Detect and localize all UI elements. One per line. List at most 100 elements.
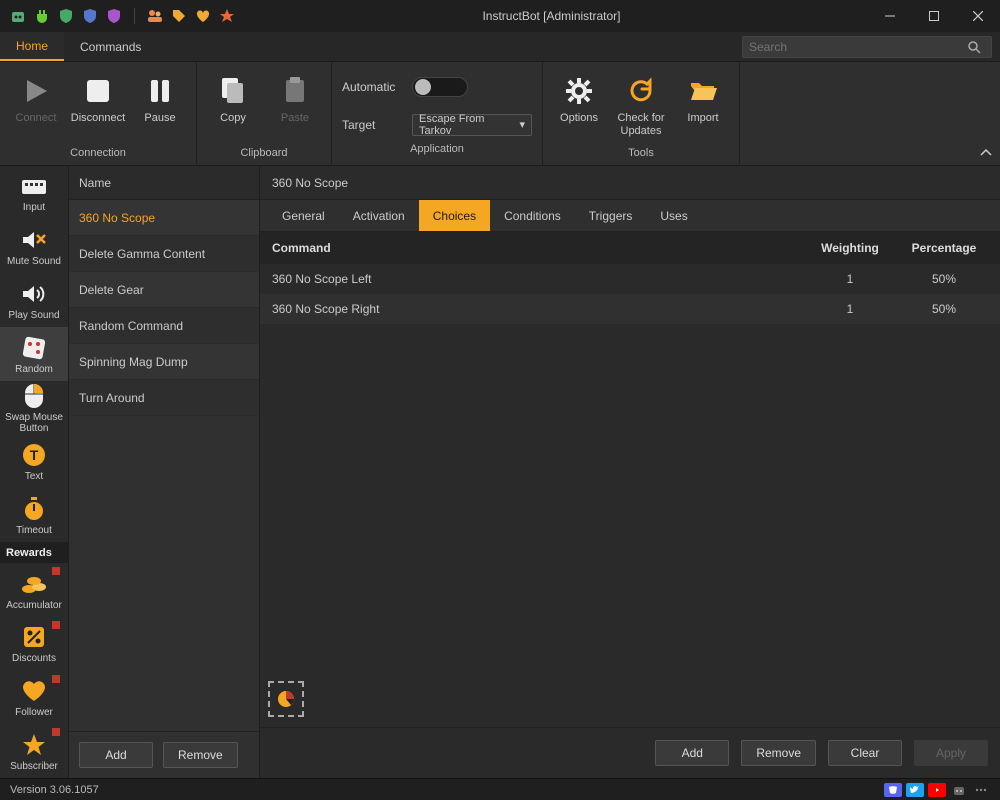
ribbon-label-tools: Tools [543,147,739,163]
drop-target[interactable] [268,681,304,717]
tag-icon [171,8,187,24]
paste-button[interactable]: Paste [267,70,323,129]
check-updates-button[interactable]: Check for Updates [613,70,669,142]
subtab-uses[interactable]: Uses [646,200,701,231]
left-nav: Input Mute Sound Play Sound Random Swap … [0,166,68,778]
coins-icon [20,570,48,598]
choice-row[interactable]: 360 No Scope Left 1 50% [260,264,1000,294]
search-input[interactable] [743,40,967,54]
choice-command: 360 No Scope Right [260,302,800,316]
ribbon-group-clipboard: Copy Paste Clipboard [197,62,332,165]
choice-percentage: 50% [900,272,1000,286]
minimize-button[interactable] [868,0,912,32]
nav-mute-sound[interactable]: Mute Sound [0,220,68,274]
command-row[interactable]: Delete Gear [69,272,259,308]
shield-icon-2 [82,8,98,24]
target-select[interactable]: Escape From Tarkov ▾ [412,114,532,136]
statusbar: Version 3.06.1057 [0,778,1000,800]
ribbon-collapse-icon[interactable] [980,147,992,159]
nav-subscriber[interactable]: Subscriber [0,724,68,778]
window-controls [868,0,1000,32]
close-button[interactable] [956,0,1000,32]
status-bot-icon[interactable] [950,783,968,797]
subtab-conditions[interactable]: Conditions [490,200,575,231]
detail-add-button[interactable]: Add [655,740,729,766]
play-icon [19,74,53,108]
shield-icon-1 [58,8,74,24]
subtab-general[interactable]: General [268,200,339,231]
detail-clear-button[interactable]: Clear [828,740,902,766]
tab-home[interactable]: Home [0,32,64,61]
titlebar: InstructBot [Administrator] [0,0,1000,32]
target-label: Target [342,118,402,132]
subtab-triggers[interactable]: Triggers [575,200,647,231]
nav-accumulator[interactable]: Accumulator [0,563,68,617]
nav-swap-mouse[interactable]: Swap Mouse Button [0,381,68,435]
dice-icon [20,334,48,362]
choice-weighting: 1 [800,272,900,286]
ribbon-label-clipboard: Clipboard [197,147,331,163]
subtab-activation[interactable]: Activation [339,200,419,231]
nav-random[interactable]: Random [0,327,68,381]
command-row[interactable]: Delete Gamma Content [69,236,259,272]
gear-icon [562,74,596,108]
copy-button[interactable]: Copy [205,70,261,129]
detail-remove-button[interactable]: Remove [741,740,816,766]
app-window: InstructBot [Administrator] Home Command… [0,0,1000,800]
alert-badge [52,728,60,736]
alert-badge [52,675,60,683]
detail-footer: Add Remove Clear Apply [260,727,1000,778]
stop-icon [81,74,115,108]
stopwatch-icon [20,495,48,523]
subtab-choices[interactable]: Choices [419,200,490,231]
choice-row[interactable]: 360 No Scope Right 1 50% [260,294,1000,324]
youtube-icon[interactable] [928,783,946,797]
command-row[interactable]: 360 No Scope [69,200,259,236]
keyboard-icon [20,172,48,200]
nav-text[interactable]: T Text [0,435,68,489]
star-icon-small [219,8,235,24]
alert-badge [52,567,60,575]
mouse-icon [20,382,48,410]
status-dots-icon[interactable] [972,783,990,797]
command-list-header: Name [69,166,259,200]
nav-discounts[interactable]: Discounts [0,617,68,671]
nav-timeout[interactable]: Timeout [0,488,68,542]
star-icon [20,731,48,759]
command-row[interactable]: Turn Around [69,380,259,416]
version-label: Version 3.06.1057 [10,784,99,796]
command-row[interactable]: Random Command [69,308,259,344]
command-remove-button[interactable]: Remove [163,742,238,768]
bot-icon [10,8,26,24]
discord-icon[interactable] [884,783,902,797]
pause-button[interactable]: Pause [132,70,188,129]
ribbon: Connect Disconnect Pause Connection Copy [0,62,1000,166]
import-button[interactable]: Import [675,70,731,129]
automatic-toggle[interactable] [412,77,468,97]
detail-title: 360 No Scope [260,166,1000,200]
maximize-button[interactable] [912,0,956,32]
nav-play-sound[interactable]: Play Sound [0,273,68,327]
detail-body [260,324,1000,727]
choice-command: 360 No Scope Left [260,272,800,286]
disconnect-button[interactable]: Disconnect [70,70,126,129]
search-box[interactable] [742,36,992,58]
tab-commands[interactable]: Commands [64,32,157,61]
options-button[interactable]: Options [551,70,607,129]
command-list-footer: Add Remove [69,731,259,778]
heart-icon [20,677,48,705]
nav-follower[interactable]: Follower [0,671,68,725]
alert-badge [52,621,60,629]
main-tabstrip: Home Commands [0,32,1000,62]
command-list-panel: Name 360 No Scope Delete Gamma Content D… [68,166,260,778]
detail-apply-button[interactable]: Apply [914,740,988,766]
search-icon[interactable] [967,40,991,54]
speaker-icon [20,280,48,308]
window-title: InstructBot [Administrator] [235,9,868,23]
command-add-button[interactable]: Add [79,742,153,768]
connect-button[interactable]: Connect [8,70,64,129]
command-row[interactable]: Spinning Mag Dump [69,344,259,380]
twitter-icon[interactable] [906,783,924,797]
detail-subtabs: General Activation Choices Conditions Tr… [260,200,1000,232]
nav-input[interactable]: Input [0,166,68,220]
